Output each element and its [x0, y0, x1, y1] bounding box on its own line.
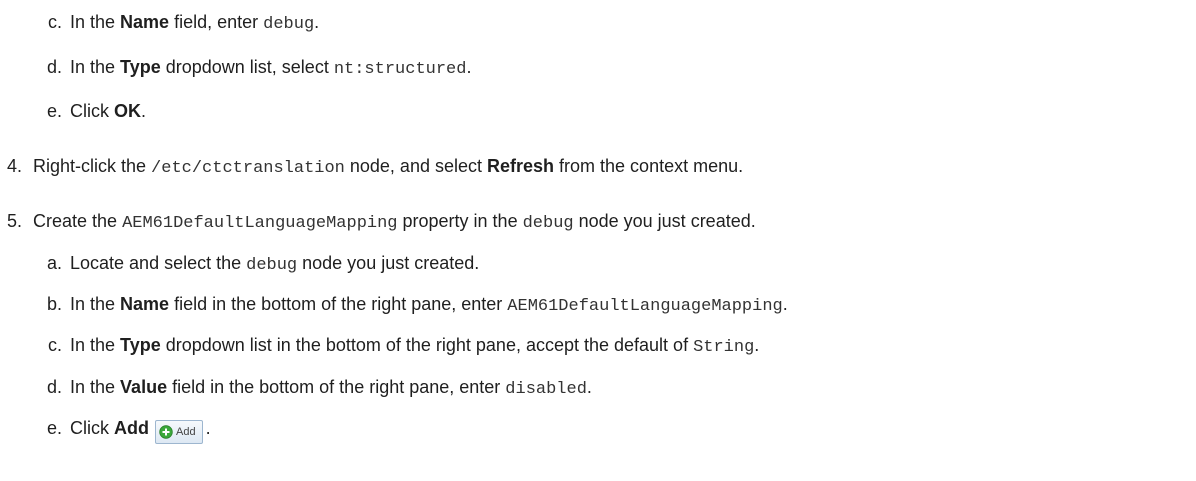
step-text: In the Type dropdown list in the bottom …: [70, 333, 759, 360]
step-text: Locate and select the debug node you jus…: [70, 251, 479, 278]
step-text: Right-click the /etc/ctctranslation node…: [33, 154, 743, 181]
bold-text: Refresh: [487, 156, 555, 176]
code-text: AEM61DefaultLanguageMapping: [507, 297, 783, 316]
code-text: String: [693, 338, 755, 357]
text: .: [205, 418, 211, 438]
bold-text: Value: [120, 377, 168, 397]
list-marker: c.: [47, 12, 62, 32]
text: In the: [70, 57, 121, 77]
text: .: [141, 101, 147, 121]
code-text: AEM61DefaultLanguageMapping: [122, 214, 398, 233]
code-text: nt:structured: [333, 60, 467, 79]
text: .: [782, 294, 788, 314]
list-marker: d.: [46, 57, 62, 77]
bold-text: Type: [120, 57, 161, 77]
text: property in the: [397, 211, 523, 231]
text: field in the bottom of the right pane, e…: [169, 294, 508, 314]
plus-circle-icon: [159, 425, 173, 439]
text: dropdown list, select: [160, 57, 334, 77]
text: field, enter: [169, 12, 264, 32]
text: In the: [70, 294, 121, 314]
text: .: [466, 57, 472, 77]
text: from the context menu.: [554, 156, 744, 176]
code-text: disabled: [505, 380, 587, 399]
text: node you just created.: [297, 253, 480, 273]
text: In the: [70, 377, 121, 397]
list-marker: e.: [46, 418, 62, 438]
text: Right-click the: [33, 156, 152, 176]
list-marker: b.: [46, 294, 62, 314]
code-text: debug: [522, 214, 574, 233]
bold-text: Add: [114, 418, 149, 438]
text: In the: [70, 335, 121, 355]
bold-text: Type: [120, 335, 161, 355]
list-marker: c.: [47, 335, 62, 355]
step-text: In the Value field in the bottom of the …: [70, 375, 592, 402]
text: Click: [70, 418, 114, 438]
text: field in the bottom of the right pane, e…: [167, 377, 506, 397]
step-text: Click OK.: [70, 99, 146, 123]
text: .: [586, 377, 592, 397]
step-text: In the Name field in the bottom of the r…: [70, 292, 788, 319]
text: .: [754, 335, 760, 355]
step-text: In the Type dropdown list, select nt:str…: [70, 55, 471, 82]
step-text: In the Name field, enter debug.: [70, 10, 319, 37]
add-button-label: Add: [176, 426, 196, 438]
bold-text: OK: [114, 101, 141, 121]
code-text: debug: [263, 15, 315, 34]
list-marker: 4.: [6, 156, 22, 176]
text: Create the: [33, 211, 123, 231]
code-text: debug: [246, 256, 298, 275]
text: In the: [70, 12, 121, 32]
list-marker: e.: [46, 101, 62, 121]
text: Click: [70, 101, 114, 121]
bold-text: Name: [120, 12, 170, 32]
list-marker: d.: [46, 377, 62, 397]
text: .: [314, 12, 320, 32]
bold-text: Name: [120, 294, 170, 314]
text: dropdown list in the bottom of the right…: [160, 335, 694, 355]
text: node you just created.: [573, 211, 756, 231]
step-text: Create the AEM61DefaultLanguageMapping p…: [33, 209, 756, 236]
list-marker: a.: [46, 253, 62, 273]
document-page: c. In the Name field, enter debug. d. In…: [0, 0, 1196, 481]
list-marker: 5.: [6, 211, 22, 231]
step-text: Click Add Add.: [70, 416, 211, 444]
add-button[interactable]: Add: [155, 420, 203, 444]
code-text: /etc/ctctranslation: [151, 159, 345, 178]
text: node, and select: [344, 156, 487, 176]
text: Locate and select the: [70, 253, 247, 273]
